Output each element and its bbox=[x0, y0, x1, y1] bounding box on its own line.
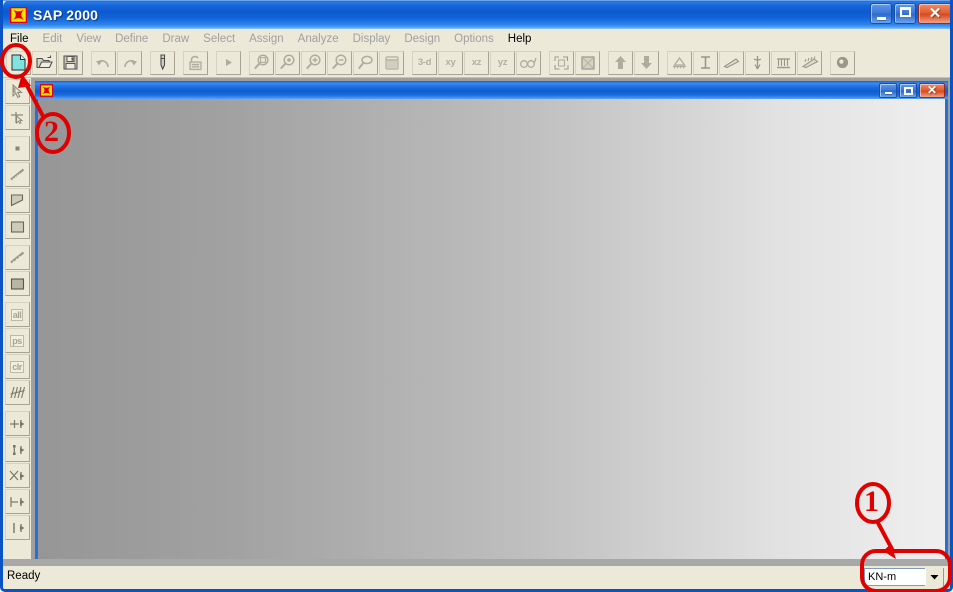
main-titlebar: SAP 2000 ✕ bbox=[3, 0, 950, 29]
snap-perpendicular-button[interactable] bbox=[4, 489, 30, 514]
reshape-element-tool[interactable] bbox=[4, 105, 30, 130]
menu-item-design[interactable]: Design bbox=[397, 30, 447, 48]
minimize-icon bbox=[871, 17, 891, 20]
maximize-button[interactable] bbox=[894, 3, 916, 24]
select-all-button[interactable]: all bbox=[4, 302, 30, 327]
app-title: SAP 2000 bbox=[33, 6, 99, 23]
set-display-options-button[interactable] bbox=[549, 50, 574, 75]
sap-logo-icon bbox=[9, 6, 28, 23]
menu-item-define[interactable]: Define bbox=[108, 30, 155, 48]
model-view-titlebar: ✕ bbox=[35, 81, 948, 99]
maximize-icon bbox=[895, 7, 915, 17]
close-icon: ✕ bbox=[926, 83, 938, 97]
menubar: File Edit View Define Draw Select Assign… bbox=[3, 29, 950, 49]
assign-frame-section-button[interactable] bbox=[693, 50, 718, 75]
snap-to-line-button[interactable] bbox=[4, 515, 30, 540]
view-3d-label: 3-d bbox=[417, 57, 432, 68]
assign-area-section-button[interactable] bbox=[719, 50, 744, 75]
view-xz-label: xz bbox=[471, 57, 482, 68]
sap-logo-icon bbox=[39, 83, 54, 97]
snap-to-midpoint-button[interactable] bbox=[4, 437, 30, 462]
select-all-label: all bbox=[10, 308, 24, 321]
show-deformed-shape-button[interactable] bbox=[830, 50, 855, 75]
application-window: SAP 2000 ✕ File Edit View Define Draw Se… bbox=[0, 0, 953, 592]
snap-to-intersection-button[interactable] bbox=[4, 463, 30, 488]
view-3d-button[interactable]: 3-d bbox=[412, 50, 437, 75]
new-file-button[interactable] bbox=[6, 50, 31, 75]
view-yz-label: yz bbox=[497, 57, 508, 68]
menu-item-options[interactable]: Options bbox=[447, 30, 501, 48]
statusbar: Ready KN-m bbox=[3, 559, 950, 589]
draw-frame-element-tool[interactable] bbox=[4, 162, 30, 187]
draw-toolbar: all ps clr bbox=[3, 78, 31, 540]
chevron-down-icon[interactable] bbox=[925, 568, 943, 586]
menu-item-file[interactable]: File bbox=[3, 30, 36, 48]
units-value: KN-m bbox=[868, 571, 897, 583]
lock-model-button[interactable] bbox=[183, 50, 208, 75]
redo-button[interactable] bbox=[117, 50, 142, 75]
draw-special-joint-tool[interactable] bbox=[4, 136, 30, 161]
model-view-canvas[interactable] bbox=[38, 99, 945, 560]
show-undeformed-shape-button[interactable] bbox=[575, 50, 600, 75]
menu-item-view[interactable]: View bbox=[69, 30, 108, 48]
pointer-tool[interactable] bbox=[4, 79, 30, 104]
model-view-controls: ✕ bbox=[879, 83, 945, 98]
restore-previous-selection-button[interactable]: ps bbox=[4, 328, 30, 353]
mdi-close-button[interactable]: ✕ bbox=[919, 83, 945, 98]
status-text: Ready bbox=[7, 570, 41, 582]
mdi-maximize-button[interactable] bbox=[899, 83, 917, 98]
menu-item-help[interactable]: Help bbox=[501, 30, 539, 48]
assign-joint-restraint-button[interactable] bbox=[667, 50, 692, 75]
menu-item-edit[interactable]: Edit bbox=[36, 30, 70, 48]
zoom-out-button[interactable] bbox=[327, 50, 352, 75]
zoom-rubber-band-button[interactable] bbox=[249, 50, 274, 75]
menu-item-select[interactable]: Select bbox=[196, 30, 242, 48]
move-up-button[interactable] bbox=[608, 50, 633, 75]
draw-rect-area-tool[interactable] bbox=[4, 214, 30, 239]
zoom-in-button[interactable] bbox=[301, 50, 326, 75]
menu-item-assign[interactable]: Assign bbox=[242, 30, 291, 48]
close-icon: ✕ bbox=[928, 5, 942, 22]
statusbar-divider bbox=[3, 559, 950, 566]
save-file-button[interactable] bbox=[58, 50, 83, 75]
perspective-toggle-button[interactable] bbox=[516, 50, 541, 75]
view-xy-label: xy bbox=[445, 57, 456, 68]
view-xy-button[interactable]: xy bbox=[438, 50, 463, 75]
move-down-button[interactable] bbox=[634, 50, 659, 75]
clear-selection-button[interactable]: clr bbox=[4, 354, 30, 379]
window-controls: ✕ bbox=[870, 3, 950, 24]
close-button[interactable]: ✕ bbox=[918, 3, 950, 24]
main-toolbar: 3-d xy xz yz bbox=[3, 48, 950, 78]
zoom-previous-button[interactable] bbox=[275, 50, 300, 75]
quick-draw-area-tool[interactable] bbox=[4, 271, 30, 296]
open-file-button[interactable] bbox=[32, 50, 57, 75]
menu-item-analyze[interactable]: Analyze bbox=[291, 30, 346, 48]
assign-frame-load-button[interactable] bbox=[771, 50, 796, 75]
snap-to-point-button[interactable] bbox=[4, 411, 30, 436]
menu-item-draw[interactable]: Draw bbox=[155, 30, 196, 48]
quick-draw-frame-tool[interactable] bbox=[4, 245, 30, 270]
clear-selection-label: clr bbox=[10, 360, 24, 373]
run-analysis-button[interactable] bbox=[216, 50, 241, 75]
menu-item-display[interactable]: Display bbox=[346, 30, 398, 48]
assign-joint-load-button[interactable] bbox=[745, 50, 770, 75]
select-by-line-button[interactable] bbox=[4, 380, 30, 405]
minimize-button[interactable] bbox=[870, 3, 892, 24]
zoom-full-button[interactable] bbox=[353, 50, 378, 75]
refresh-window-button[interactable] bbox=[150, 50, 175, 75]
previous-selection-label: ps bbox=[10, 334, 24, 347]
pan-button[interactable] bbox=[379, 50, 404, 75]
assign-area-load-button[interactable] bbox=[797, 50, 822, 75]
maximize-icon bbox=[900, 87, 916, 95]
model-view-window: ✕ bbox=[35, 81, 948, 563]
view-xz-button[interactable]: xz bbox=[464, 50, 489, 75]
mdi-minimize-button[interactable] bbox=[879, 83, 897, 98]
view-yz-button[interactable]: yz bbox=[490, 50, 515, 75]
minimize-icon bbox=[880, 92, 896, 94]
units-select[interactable]: KN-m bbox=[864, 568, 944, 586]
draw-quad-area-tool[interactable] bbox=[4, 188, 30, 213]
undo-button[interactable] bbox=[91, 50, 116, 75]
